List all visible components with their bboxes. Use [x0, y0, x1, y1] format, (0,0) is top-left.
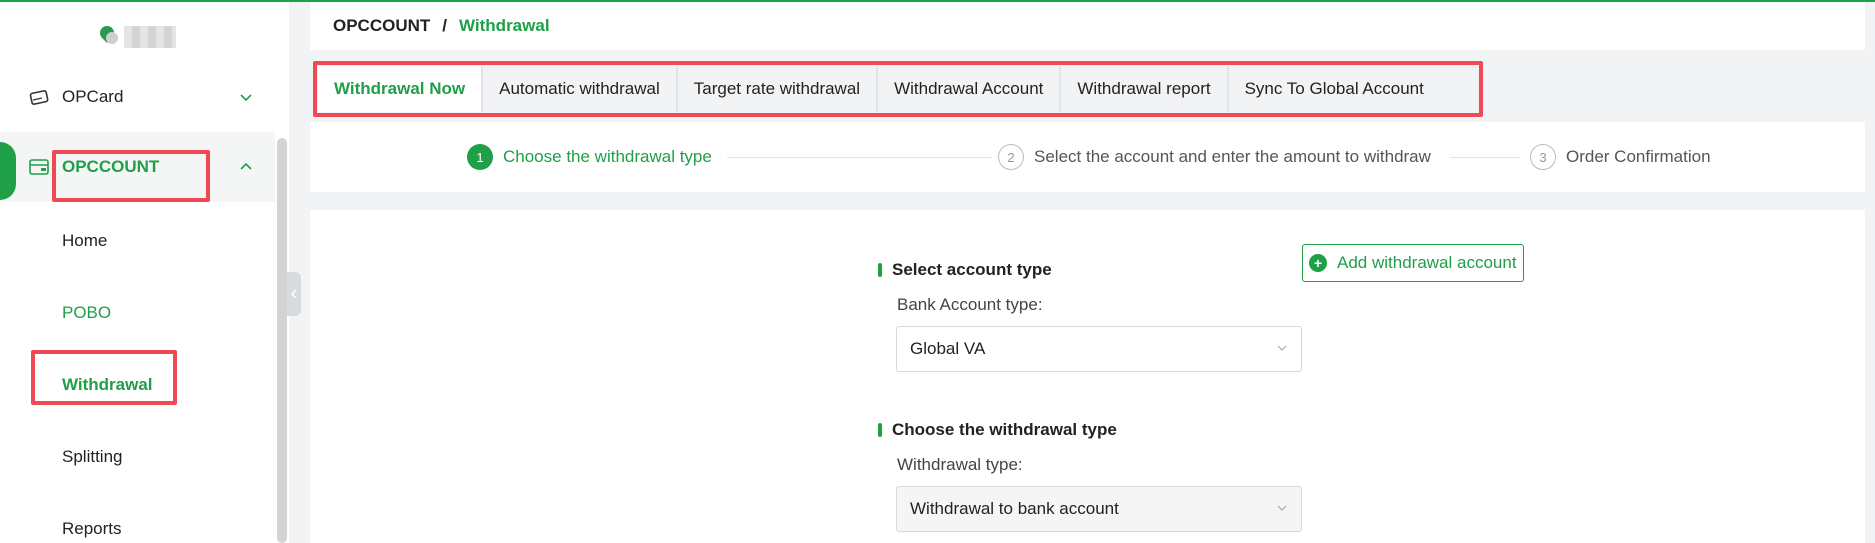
step-1: 1 Choose the withdrawal type	[467, 144, 712, 170]
step-connector	[1450, 157, 1520, 158]
chevron-down-icon	[1277, 505, 1287, 511]
step-label: Select the account and enter the amount …	[1034, 147, 1431, 166]
step-number: 1	[467, 144, 493, 170]
section-title-account-type: Select account type	[878, 260, 1052, 280]
logo	[97, 23, 176, 48]
step-3: 3 Order Confirmation	[1530, 144, 1711, 170]
withdrawal-type-select[interactable]: Withdrawal to bank account	[896, 486, 1302, 532]
step-number: 3	[1530, 144, 1556, 170]
highlight-box-opccount	[52, 150, 210, 202]
bank-account-type-label: Bank Account type:	[897, 295, 1043, 314]
chevron-down-icon	[1277, 345, 1287, 351]
button-label: Add withdrawal account	[1337, 253, 1517, 272]
breadcrumb-current: Withdrawal	[459, 16, 550, 35]
step-2: 2 Select the account and enter the amoun…	[998, 144, 1431, 170]
highlight-box-tabs	[313, 61, 1483, 117]
step-connector	[727, 157, 992, 158]
logo-pin-icon	[97, 23, 118, 48]
section-marker	[878, 263, 882, 277]
breadcrumb-separator: /	[442, 16, 448, 35]
sidebar-subitem-splitting[interactable]: Splitting	[62, 447, 122, 467]
sidebar-item-opcard[interactable]: OPCard	[0, 62, 275, 132]
steps-progress: 1 Choose the withdrawal type 2 Select th…	[310, 122, 1865, 192]
breadcrumb-parent[interactable]: OPCCOUNT	[333, 16, 430, 36]
step-label: Choose the withdrawal type	[503, 147, 712, 166]
add-withdrawal-account-button[interactable]: + Add withdrawal account	[1302, 244, 1524, 282]
select-value: Withdrawal to bank account	[910, 499, 1119, 518]
select-value: Global VA	[910, 339, 986, 358]
sidebar: OPCard OPCCOUNT Home POBO Withdrawal Spl…	[0, 2, 289, 543]
card-stack-icon	[29, 90, 49, 105]
chevron-down-icon	[240, 94, 252, 102]
plus-circle-icon: +	[1309, 254, 1327, 272]
logo-text-blurred	[124, 26, 176, 48]
breadcrumb: OPCCOUNT / Withdrawal	[310, 2, 1865, 50]
sidebar-item-label: OPCard	[62, 87, 124, 106]
sidebar-subitem-pobo[interactable]: POBO	[62, 303, 111, 323]
highlight-box-withdrawal	[31, 350, 177, 405]
wallet-icon	[29, 159, 49, 175]
step-label: Order Confirmation	[1566, 147, 1711, 166]
chevron-up-icon	[240, 162, 252, 170]
active-indicator	[0, 142, 16, 200]
sidebar-subitem-home[interactable]: Home	[62, 231, 107, 251]
chevron-left-icon	[290, 289, 297, 299]
section-title-text: Choose the withdrawal type	[892, 420, 1117, 439]
section-title-text: Select account type	[892, 260, 1052, 279]
section-title-withdrawal-type: Choose the withdrawal type	[878, 420, 1117, 440]
sidebar-subitem-reports[interactable]: Reports	[62, 519, 122, 539]
sidebar-scrollbar[interactable]	[277, 138, 287, 543]
bank-account-type-select[interactable]: Global VA	[896, 326, 1302, 372]
withdrawal-type-label: Withdrawal type:	[897, 455, 1023, 474]
section-marker	[878, 423, 882, 437]
step-number: 2	[998, 144, 1024, 170]
sidebar-collapse-handle[interactable]	[287, 272, 301, 316]
